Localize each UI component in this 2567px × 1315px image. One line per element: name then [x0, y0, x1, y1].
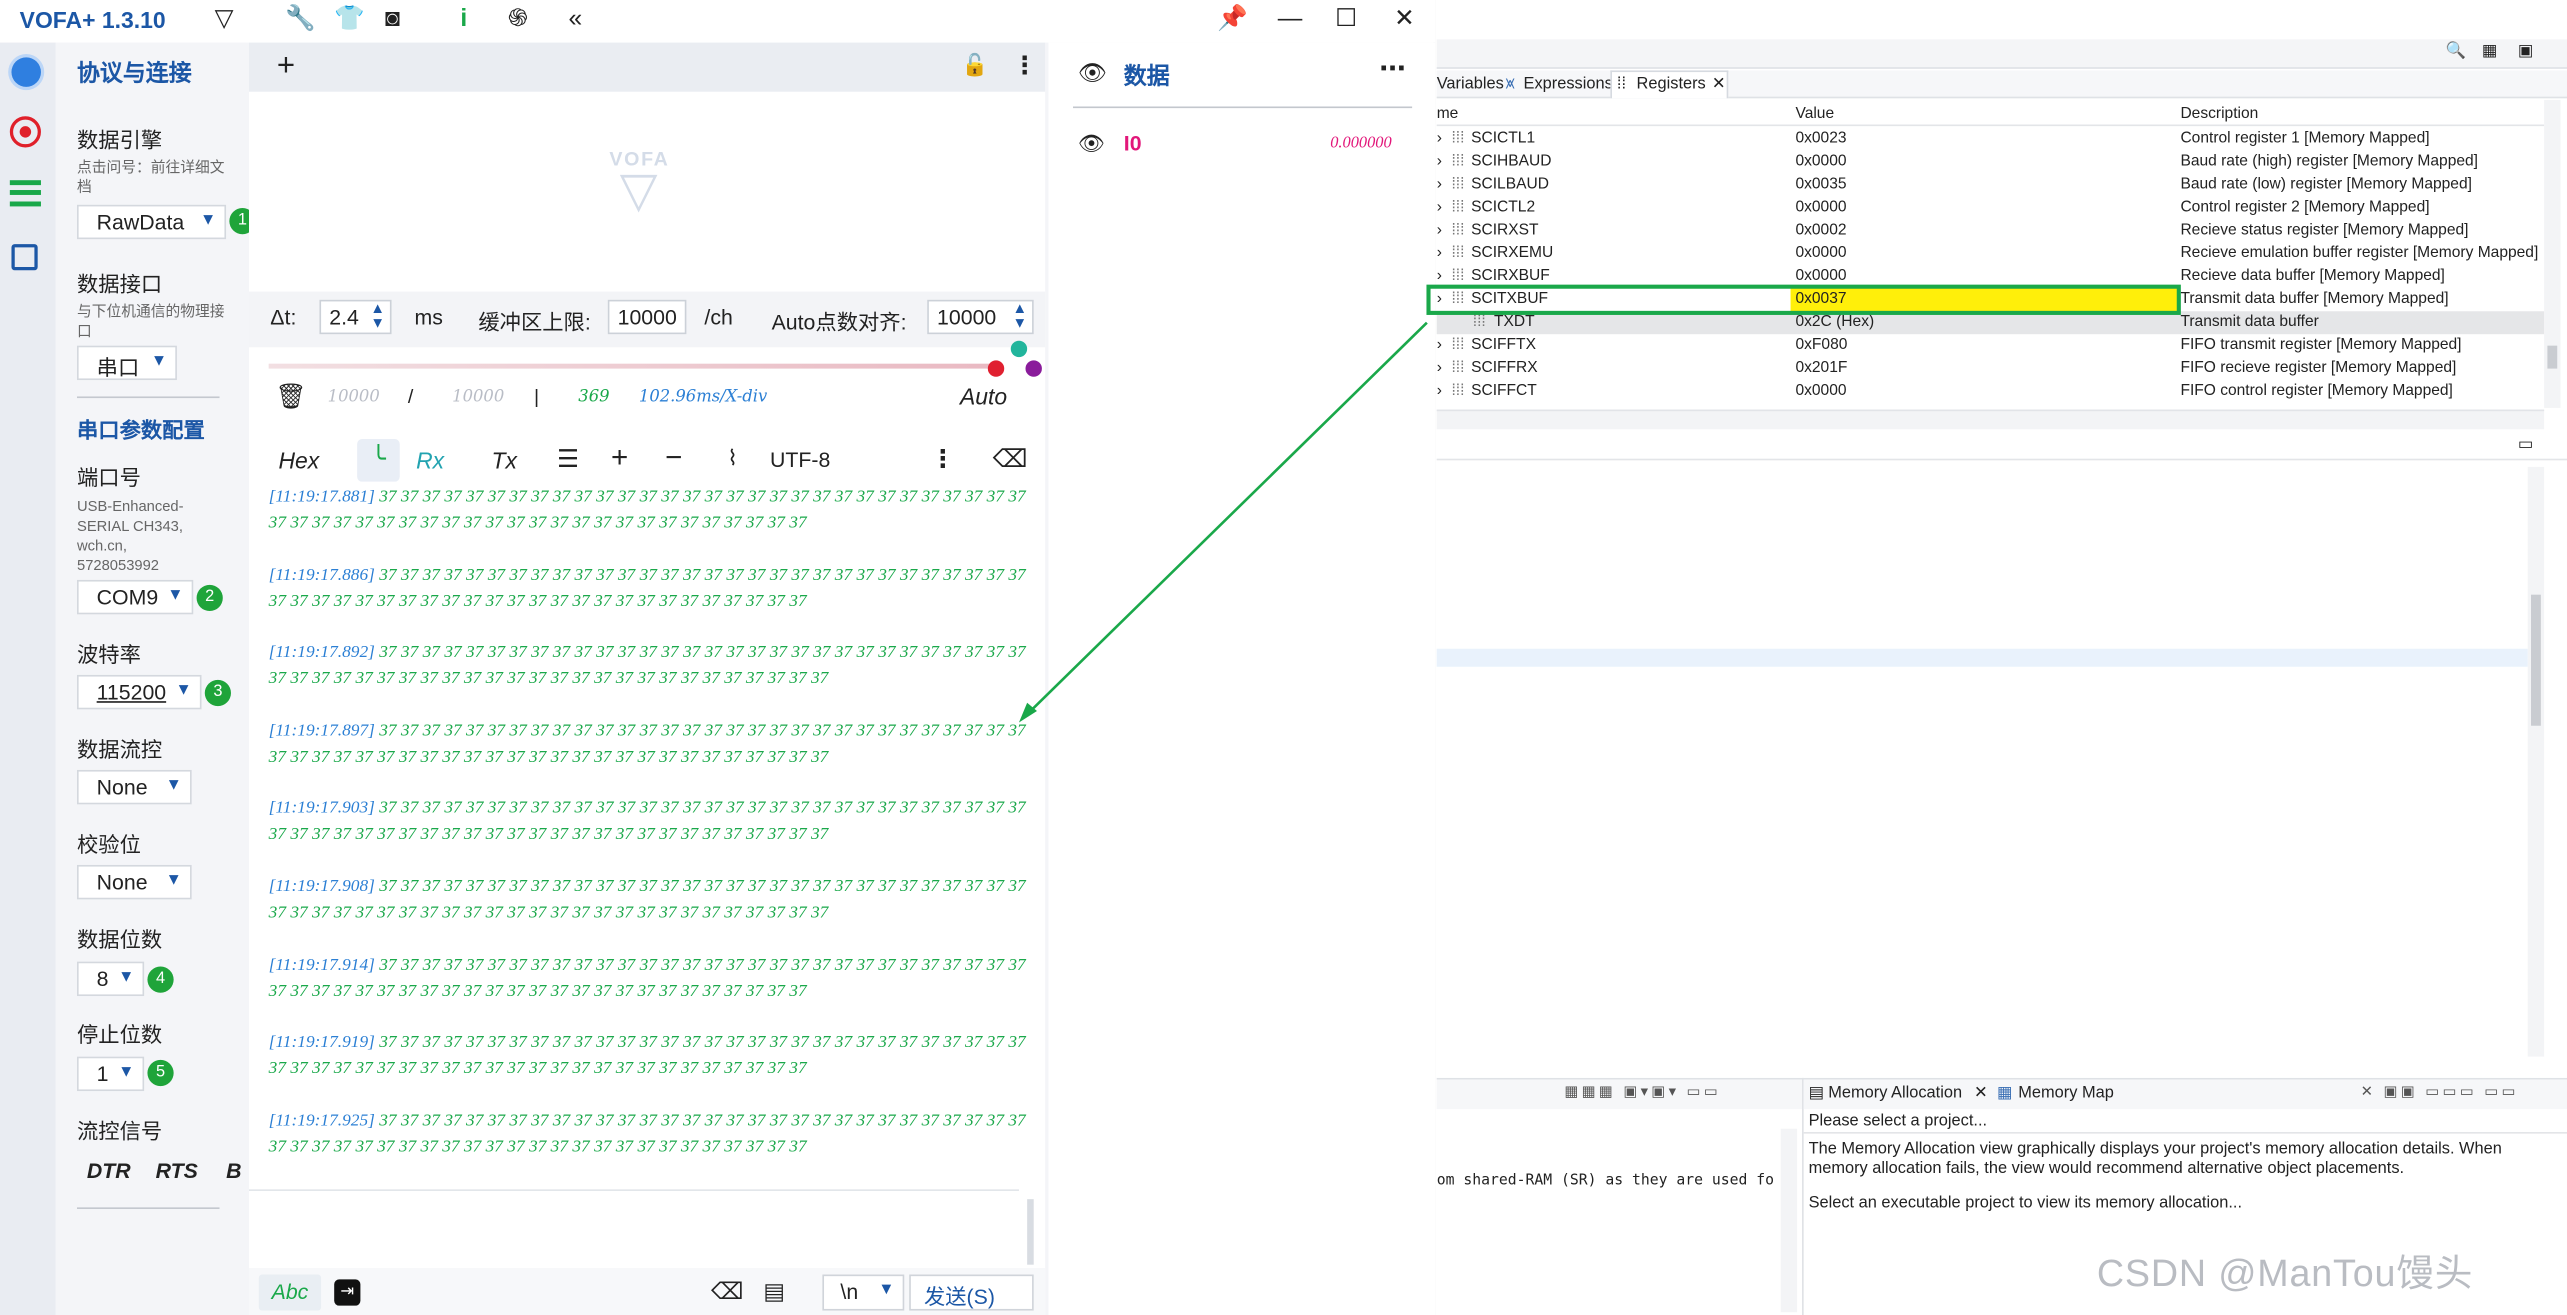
- highlight-box: [1426, 284, 2181, 315]
- annotation-overlay: [1018, 284, 2181, 723]
- annotation-arrow: [1026, 321, 1428, 716]
